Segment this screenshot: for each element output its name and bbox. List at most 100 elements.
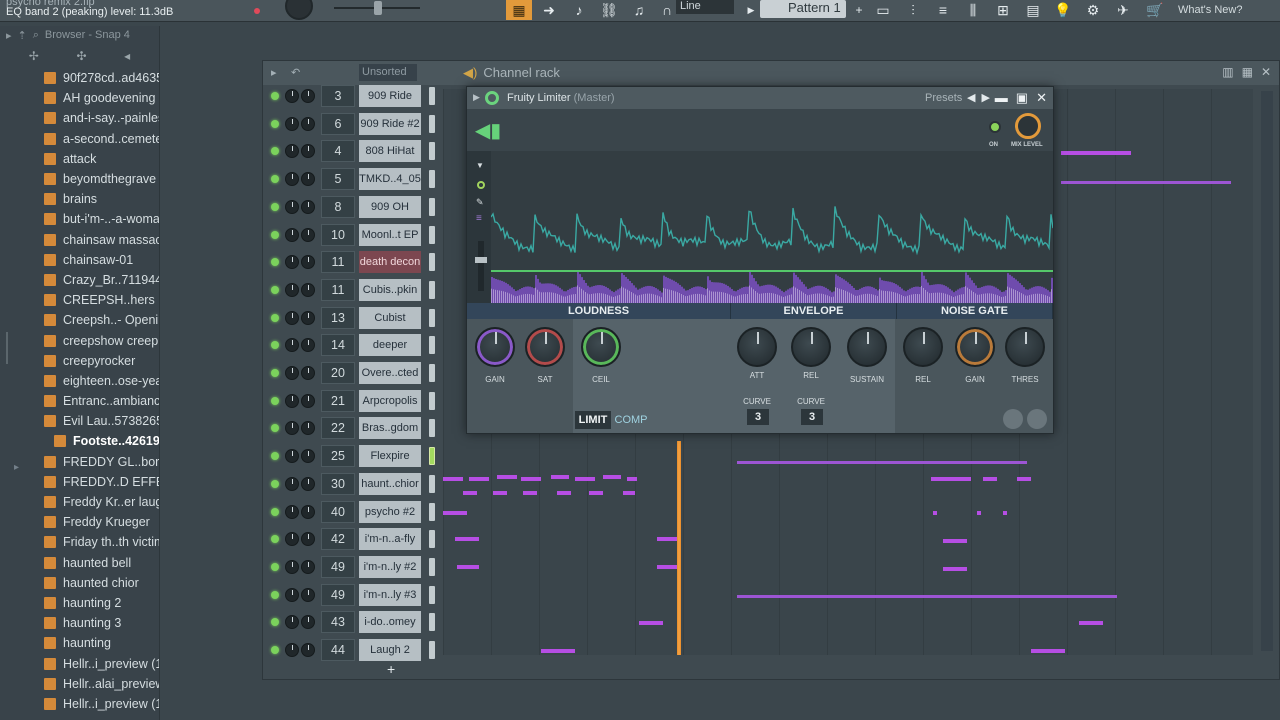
- limiter-titlebar[interactable]: ▶ Fruity Limiter (Master) Presets ◀▶ ▬ ▣…: [467, 87, 1053, 109]
- browser-file-item[interactable]: haunted chior: [0, 573, 159, 593]
- channel-name-button[interactable]: i-do..omey: [359, 611, 421, 634]
- channel-select[interactable]: [429, 253, 435, 272]
- channel-pan-knob[interactable]: [285, 172, 299, 187]
- channel-volume-knob[interactable]: [301, 199, 315, 214]
- channel-mute-led[interactable]: [271, 424, 279, 433]
- collapse-icon[interactable]: ✢: [29, 49, 39, 63]
- browser-up-icon[interactable]: ⇡: [18, 29, 27, 42]
- ceil-knob[interactable]: [581, 327, 621, 367]
- channel-volume-knob[interactable]: [301, 643, 315, 657]
- channel-select[interactable]: [429, 197, 435, 216]
- channel-name-button[interactable]: Overe..cted: [359, 362, 421, 384]
- channel-mute-led[interactable]: [271, 479, 279, 488]
- channel-mute-led[interactable]: [271, 285, 279, 294]
- channel-pan-knob[interactable]: [285, 89, 299, 103]
- channel-name-button[interactable]: haunt..chior: [359, 472, 421, 495]
- rel-curve-box[interactable]: 3: [801, 409, 823, 425]
- browser-file-item[interactable]: Friday th..th victim: [0, 532, 159, 552]
- pattern-note[interactable]: [541, 649, 575, 653]
- browser-file-item[interactable]: Footste..4261997: [0, 431, 159, 451]
- pattern-note[interactable]: [589, 491, 603, 495]
- browser-file-item[interactable]: Crazy_Br..7119440: [0, 270, 159, 290]
- channel-mute-led[interactable]: [271, 590, 279, 599]
- pattern-note[interactable]: [957, 477, 971, 481]
- browser-expand-icon[interactable]: ▸: [14, 462, 19, 473]
- browser-file-item[interactable]: 90f278cd..ad46353: [0, 68, 159, 88]
- pencil-icon[interactable]: ✎: [476, 197, 484, 208]
- channel-mixer-track[interactable]: 43: [321, 611, 355, 634]
- pattern-note[interactable]: [497, 475, 517, 479]
- browser-file-item[interactable]: chainsaw massacre: [0, 230, 159, 250]
- browser-file-item[interactable]: Entranc..ambiance: [0, 391, 159, 411]
- pattern-note[interactable]: [455, 537, 479, 541]
- channel-pan-knob[interactable]: [285, 393, 299, 408]
- mix-level-knob[interactable]: [1015, 113, 1041, 139]
- channel-mute-led[interactable]: [271, 618, 279, 627]
- pattern-note[interactable]: [623, 491, 635, 495]
- channel-mute-led[interactable]: [271, 341, 279, 350]
- browser-file-item[interactable]: eighteen..ose-years: [0, 371, 159, 391]
- channel-name-button[interactable]: psycho #2: [359, 500, 421, 523]
- channel-name-button[interactable]: i'm-n..a-fly: [359, 528, 421, 551]
- search-icon[interactable]: ⌕: [33, 29, 39, 42]
- tools-button[interactable]: ⚙: [1080, 0, 1106, 20]
- channel-pan-knob[interactable]: [285, 476, 299, 491]
- channel-volume-knob[interactable]: [301, 144, 315, 159]
- channel-volume-knob[interactable]: [301, 89, 315, 103]
- channel-volume-knob[interactable]: [301, 310, 315, 325]
- gear-icon[interactable]: [485, 91, 499, 105]
- maximize-icon[interactable]: ▣: [1016, 90, 1028, 106]
- channel-name-button[interactable]: i'm-n..ly #3: [359, 583, 421, 606]
- channel-name-button[interactable]: 808 HiHat: [359, 140, 421, 163]
- channel-mixer-track[interactable]: 14: [321, 334, 355, 357]
- channel-mixer-track[interactable]: 8: [321, 195, 355, 218]
- channel-select[interactable]: [429, 530, 435, 549]
- graph-icon[interactable]: ▥: [1222, 65, 1233, 79]
- channel-mute-led[interactable]: [271, 230, 279, 239]
- gate-rel-knob[interactable]: [903, 327, 943, 367]
- limit-tab[interactable]: LIMIT: [575, 411, 611, 429]
- channel-name-button[interactable]: Cubist: [359, 306, 421, 329]
- channel-mixer-track[interactable]: 42: [321, 528, 355, 551]
- att-curve-box[interactable]: 3: [747, 409, 769, 425]
- pattern-note[interactable]: [983, 477, 997, 481]
- channel-volume-knob[interactable]: [301, 172, 315, 187]
- channel-rack-titlebar[interactable]: ▸ ↶ Unsorted ◀) Channel rack ▥ ▦ ✕: [263, 61, 1279, 85]
- channel-volume-knob[interactable]: [301, 615, 315, 630]
- pattern-mode-button[interactable]: ▦: [506, 0, 532, 20]
- pattern-note[interactable]: [657, 537, 679, 541]
- gain-knob[interactable]: [475, 327, 515, 367]
- browser-file-item[interactable]: haunting 2: [0, 593, 159, 613]
- channel-pan-knob[interactable]: [285, 144, 299, 159]
- channel-volume-knob[interactable]: [301, 532, 315, 547]
- channel-select[interactable]: [429, 585, 435, 604]
- channel-pan-knob[interactable]: [285, 504, 299, 519]
- pattern-note[interactable]: [931, 477, 957, 481]
- channel-mute-led[interactable]: [271, 535, 279, 544]
- channel-pan-knob[interactable]: [285, 559, 299, 574]
- minimize-icon[interactable]: ▬: [995, 90, 1008, 106]
- browser-file-item[interactable]: Freddy Kr..er laugh: [0, 492, 159, 512]
- browser-file-item[interactable]: a-second..cemetery: [0, 129, 159, 149]
- pattern-note[interactable]: [521, 477, 541, 481]
- preset-nav[interactable]: ◀▶: [967, 91, 996, 104]
- master-volume-knob[interactable]: [285, 0, 313, 20]
- rack-undo-icon[interactable]: ↶: [291, 66, 300, 79]
- pattern-note[interactable]: [457, 565, 479, 569]
- pattern-note[interactable]: [943, 567, 967, 571]
- pattern-note[interactable]: [1061, 181, 1231, 184]
- pattern-note[interactable]: [523, 491, 537, 495]
- channel-volume-knob[interactable]: [301, 338, 315, 353]
- browser-file-item[interactable]: Creepsh..- Opening: [0, 310, 159, 330]
- grid-icon[interactable]: ▦: [1242, 65, 1253, 79]
- channel-rack-button[interactable]: ⫼: [960, 0, 986, 20]
- slide-button[interactable]: ♪: [566, 0, 592, 20]
- channel-volume-knob[interactable]: [301, 282, 315, 297]
- metronome-button[interactable]: ♫: [626, 0, 652, 20]
- browser-file-item[interactable]: CREEPSH..hers Day: [0, 290, 159, 310]
- channel-pan-knob[interactable]: [285, 255, 299, 270]
- scope-loudness-icon[interactable]: [477, 181, 485, 189]
- browser-file-item[interactable]: haunting 3: [0, 613, 159, 633]
- plugin-button[interactable]: ▤: [1020, 0, 1046, 20]
- pattern-note[interactable]: [469, 477, 489, 481]
